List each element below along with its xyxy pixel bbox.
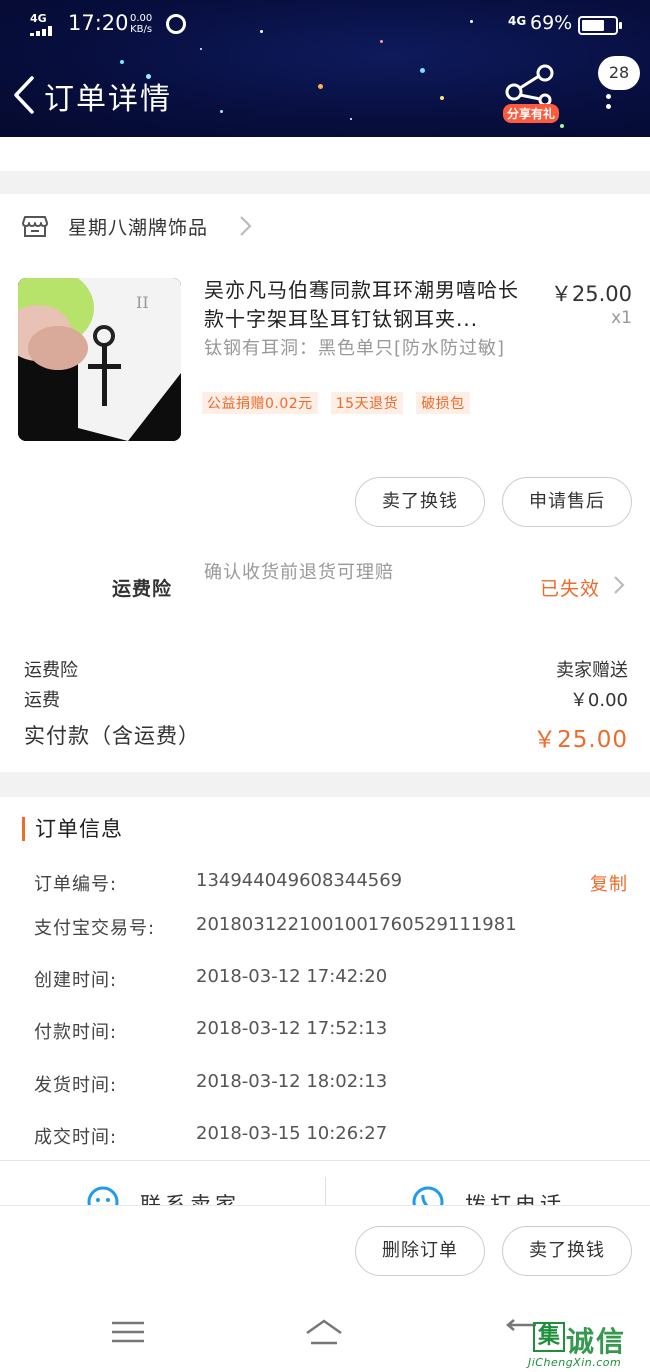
star-decoration [318,84,323,89]
star-decoration [350,118,352,120]
star-decoration [420,68,425,73]
tag-charity: 公益捐赠0.02元 [202,392,318,414]
after-sale-button[interactable]: 申请售后 [502,477,632,527]
info-value: 2018-03-12 18:02:13 [196,1071,388,1092]
fee-shipping-row: 运费 ￥0.00 [24,686,628,712]
product-title[interactable]: 吴亦凡马伯骞同款耳环潮男嘻哈长款十字架耳坠耳钉钛钢耳夹... [204,276,534,334]
info-value: 2018-03-12 17:52:13 [196,1018,388,1039]
info-key: 发货时间: [34,1075,118,1096]
sell-button[interactable]: 卖了换钱 [355,477,485,527]
battery-icon [578,16,622,35]
signal-bars-icon [30,26,58,36]
share-icon [505,64,554,107]
speed-unit: KB/s [130,24,153,35]
info-key: 成交时间: [34,1127,118,1148]
more-menu-button[interactable]: 28 [596,54,642,116]
fee-insurance-label: 运费险 [24,660,78,681]
page-title: 订单详情 [44,82,172,117]
top-strip [0,137,650,171]
shop-name: 星期八潮牌饰品 [68,217,209,239]
battery-fill [582,20,605,31]
info-key: 订单编号: [34,874,118,895]
signal-type: 4G [30,12,47,25]
info-key: 创建时间: [34,970,118,991]
fee-shipping-label: 运费 [24,690,60,711]
speed-value: 0.00 [130,13,153,24]
svg-text:II: II [136,293,149,312]
header: 4G 17:20 0.00 KB/s 4G 69% 订单详情 分享有礼 28 [0,0,650,137]
status-bar: 4G 17:20 0.00 KB/s 4G 69% [0,0,650,50]
home-icon[interactable] [304,1317,344,1347]
product-quantity: x1 [611,308,632,328]
product-tags: 公益捐赠0.02元 15天退货 破损包 [202,392,478,414]
store-icon [22,216,48,237]
total-label: 实付款（含运费） [24,724,200,748]
order-info-heading: 订单信息 [22,817,123,841]
fee-insurance-value: 卖家赠送 [556,660,628,681]
insurance-label: 运费险 [112,578,173,600]
contact-seller-button[interactable]: 联系卖家 [0,1161,325,1206]
sell-button-bottom[interactable]: 卖了换钱 [502,1226,632,1276]
clock: 17:20 [68,11,129,35]
info-key: 支付宝交易号: [34,918,156,939]
info-value: 2018-03-15 10:26:27 [196,1123,388,1144]
info-value: 2018031221001001760529111981 [196,914,517,935]
info-value: 134944049608344569 [196,870,403,891]
copy-button[interactable]: 复制 [590,870,628,896]
chevron-left-icon [14,76,34,114]
tag-return: 15天退货 [330,392,404,414]
total-row: 实付款（含运费） ￥25.00 [24,720,628,753]
share-button[interactable]: 分享有礼 [500,62,566,126]
total-value: ￥25.00 [533,727,628,753]
bottom-action-bar: 删除订单 卖了换钱 [0,1205,650,1293]
message-count-badge: 28 [598,56,640,90]
product-photo: II [18,278,181,441]
menu-icon[interactable] [108,1317,148,1347]
star-decoration [120,60,124,64]
contact-seller-label: 联系卖家 [140,1193,240,1206]
watermark-logo-char: 集 [533,1322,565,1352]
insurance-desc: 确认收货前退货可理赔 [204,562,394,583]
battery-percent: 69% [530,12,573,34]
star-decoration [440,96,444,100]
phone-icon [412,1186,444,1206]
share-gift-label: 分享有礼 [503,104,560,123]
info-value: 2018-03-12 17:42:20 [196,966,388,987]
order-card: 星期八潮牌饰品 II 吴亦凡马伯骞同款耳环潮男嘻哈长款十字架耳坠耳钉钛钢耳夹..… [0,194,650,772]
chevron-right-icon [240,216,252,236]
info-key: 付款时间: [34,1022,118,1043]
product-price: ￥25.00 [550,282,632,306]
star-decoration [220,110,223,113]
call-phone-button[interactable]: 拨打电话 [325,1161,650,1206]
network-type: 4G [508,14,527,28]
order-info-card: 订单信息 订单编号: 134944049608344569 复制 支付宝交易号:… [0,797,650,1160]
call-phone-label: 拨打电话 [465,1193,565,1206]
chevron-right-icon[interactable] [612,574,626,596]
more-dots-icon [606,94,612,114]
shop-row[interactable]: 星期八潮牌饰品 [0,194,650,256]
product-spec: 钛钢有耳洞：黑色单只[防水防过敏] [204,338,506,359]
chat-icon [87,1186,119,1206]
network-speed: 0.00 KB/s [130,13,152,35]
watermark-url: JiChengXin.com [528,1356,622,1369]
sync-icon [166,14,186,34]
back-button[interactable] [8,74,44,116]
fee-insurance-row: 运费险 卖家赠送 [24,656,628,682]
tag-damage: 破损包 [416,392,470,414]
contact-bar: 联系卖家 拨打电话 [0,1160,650,1206]
insurance-status[interactable]: 已失效 [540,574,600,601]
watermark-text: 诚信 [566,1325,627,1358]
product-image[interactable]: II [18,278,181,441]
fee-shipping-value: ￥0.00 [569,690,628,711]
delete-order-button[interactable]: 删除订单 [355,1226,485,1276]
